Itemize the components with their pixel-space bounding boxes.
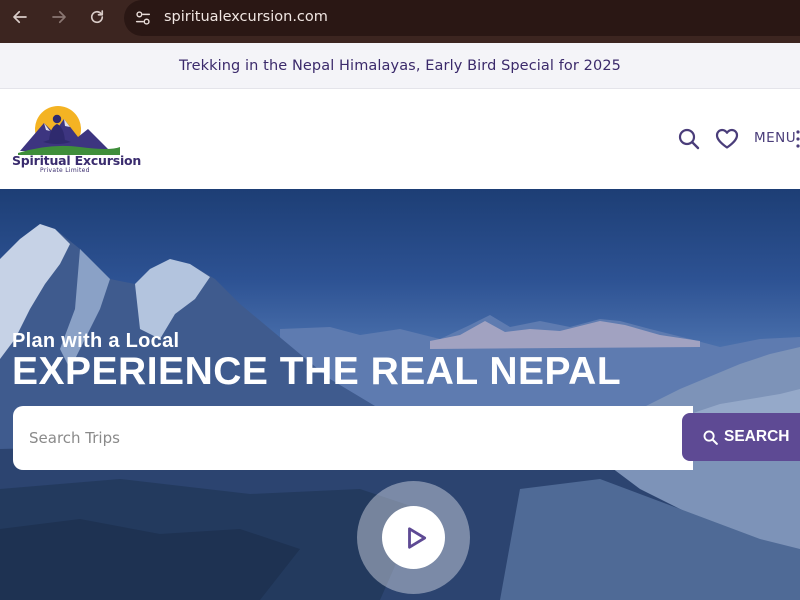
tune-icon[interactable] [134, 9, 152, 27]
logo-name: Spiritual Excursion [12, 153, 142, 168]
search-button-label: SEARCH [724, 428, 790, 445]
trip-search-box [13, 406, 693, 470]
site-logo[interactable]: Spiritual Excursion Private Limited [10, 103, 141, 175]
hero-section: Plan with a Local EXPERIENCE THE REAL NE… [0, 189, 800, 600]
address-bar[interactable]: spiritualexcursion.com [124, 0, 800, 36]
heart-icon[interactable] [715, 127, 739, 151]
reload-icon [90, 10, 104, 24]
search-button[interactable]: SEARCH [682, 413, 800, 461]
video-play-button[interactable] [357, 481, 470, 594]
menu-button[interactable]: MENU [754, 130, 796, 146]
announcement-bar: Trekking in the Nepal Himalayas, Early B… [0, 43, 800, 89]
url-text[interactable]: spiritualexcursion.com [164, 9, 328, 25]
logo-subtitle: Private Limited [40, 167, 90, 174]
site-header: Spiritual Excursion Private Limited MENU [0, 89, 800, 189]
menu-dots-icon[interactable] [796, 129, 800, 149]
forward-button[interactable] [49, 7, 69, 27]
hero-headline: EXPERIENCE THE REAL NEPAL [12, 350, 622, 393]
search-trips-input[interactable] [13, 406, 673, 470]
arrow-left-icon [13, 10, 27, 24]
logo-mark-icon [18, 106, 120, 155]
play-button-inner[interactable] [382, 506, 445, 569]
reload-button[interactable] [87, 7, 107, 27]
search-icon[interactable] [677, 127, 701, 151]
announcement-text[interactable]: Trekking in the Nepal Himalayas, Early B… [179, 58, 621, 74]
browser-toolbar: spiritualexcursion.com [0, 0, 800, 43]
play-icon [407, 526, 426, 549]
back-button[interactable] [10, 7, 30, 27]
arrow-right-icon [52, 10, 66, 24]
search-icon [703, 430, 718, 445]
